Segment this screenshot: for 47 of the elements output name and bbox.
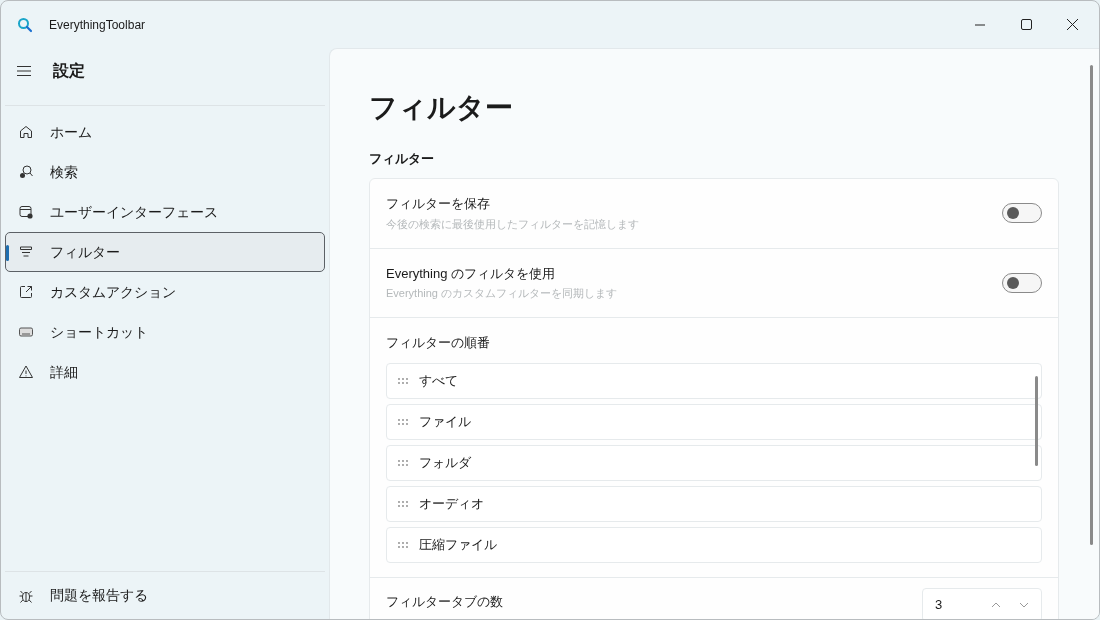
open-external-icon <box>18 284 34 300</box>
scrollbar-thumb[interactable] <box>1090 65 1093 545</box>
scrollbar-thumb[interactable] <box>1035 376 1038 466</box>
filter-list-item[interactable]: ファイル <box>386 404 1042 440</box>
window-title: EverythingToolbar <box>49 16 146 34</box>
drag-handle-icon <box>398 542 410 548</box>
setting-label: フィルターを保存 <box>386 195 491 213</box>
number-box[interactable]: 3 <box>922 588 1042 619</box>
report-issue-item[interactable]: 問題を報告する <box>5 577 325 614</box>
warning-icon <box>18 364 34 380</box>
page-title: フィルター <box>369 91 514 125</box>
close-icon <box>1066 19 1078 30</box>
setting-label: Everything のフィルタを使用 <box>386 264 557 283</box>
selection-indicator <box>6 245 9 261</box>
setting-description: Everything のカスタムフィルターを同期します <box>386 286 619 301</box>
keyboard-icon <box>18 324 34 340</box>
drag-handle-icon <box>398 460 410 466</box>
menu-icon[interactable] <box>17 65 31 77</box>
setting-label: フィルタータブの数 <box>386 593 504 611</box>
settings-title: 設定 <box>53 61 85 81</box>
toggle-switch[interactable] <box>1002 272 1042 293</box>
setting-description: 今後の検索に最後使用したフィルターを記憶します <box>386 216 640 232</box>
filter-list-item[interactable]: オーディオ <box>386 486 1042 522</box>
nav-item[interactable]: カスタムアクション <box>5 272 325 312</box>
nav-item[interactable]: ユーザーインターフェース <box>5 192 325 232</box>
nav-item[interactable]: ショートカット <box>5 312 325 352</box>
search-icon <box>17 16 33 33</box>
toggle-switch[interactable] <box>1002 203 1042 223</box>
home-icon <box>18 124 34 140</box>
chevron-down-icon[interactable] <box>1019 602 1029 608</box>
drag-handle-icon <box>398 419 410 425</box>
maximize-icon <box>1020 19 1032 30</box>
filter-icon <box>18 244 34 260</box>
setting-label: フィルターの順番 <box>386 333 491 352</box>
nav-item[interactable]: フィルター <box>5 232 325 272</box>
nav-item[interactable]: 検索 <box>5 152 325 192</box>
drag-handle-icon <box>398 501 410 507</box>
filter-list-item[interactable]: フォルダ <box>386 445 1042 481</box>
chevron-up-icon[interactable] <box>991 602 1001 608</box>
nav-item[interactable]: ホーム <box>5 112 325 152</box>
section-heading: フィルター <box>369 150 435 168</box>
window-gear-icon <box>18 204 34 220</box>
drag-handle-icon <box>398 378 410 384</box>
nav-item[interactable]: 詳細 <box>5 352 325 392</box>
filter-list-item[interactable]: すべて <box>386 363 1042 399</box>
filter-list-item[interactable]: 圧縮ファイル <box>386 527 1042 563</box>
search-gear-icon <box>18 164 34 180</box>
